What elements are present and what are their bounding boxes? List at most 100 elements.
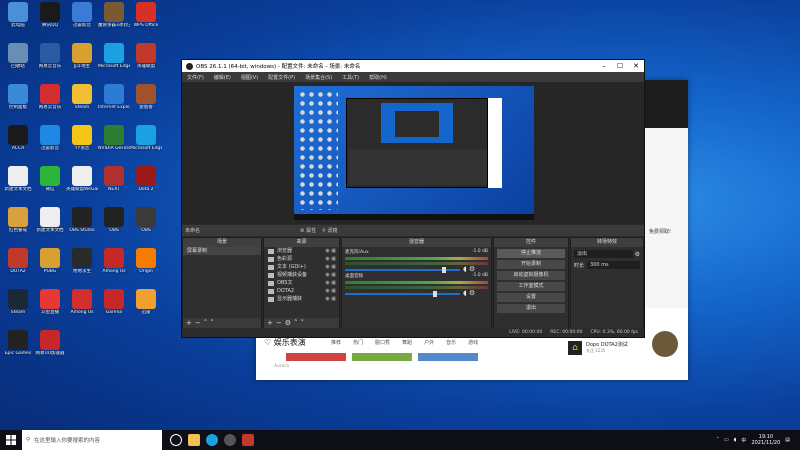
category-tab[interactable]: 游戏 [468, 339, 478, 346]
home-icon[interactable]: ⌂ [568, 341, 582, 355]
desktop-icon[interactable]: 绝地求生 [66, 248, 98, 286]
desktop-icon[interactable]: OBS [130, 207, 162, 245]
obs-window[interactable]: OBS 26.1.1 (64-bit, windows) - 配置文件: 未命名… [181, 59, 645, 338]
desktop-icon[interactable]: Among Us [66, 289, 98, 327]
eye-icon[interactable]: ◉ ▣ [325, 271, 336, 279]
category-tab[interactable]: 音乐 [446, 339, 456, 346]
desktop-icon[interactable]: YY语音 [66, 125, 98, 163]
desktop-icon[interactable]: 魔兽争霸3冰封王座 [98, 2, 130, 40]
move-down-icon[interactable]: ˅ [301, 319, 308, 327]
desktop-icon[interactable]: 此电脑 [2, 2, 34, 40]
recommend-name[interactable]: Dopo DOTA2测试 [586, 341, 628, 348]
category-tab[interactable]: 户外 [424, 339, 434, 346]
menu-item[interactable]: 编辑(E) [209, 74, 236, 81]
desktop-icon[interactable]: 英雄联盟 [130, 43, 162, 81]
chevron-up-icon[interactable]: ˄ [717, 437, 720, 443]
category-tab[interactable]: 推荐 [331, 339, 341, 346]
desktop-icon[interactable]: DOTA2 [2, 248, 34, 286]
transition-select[interactable]: 淡出 [574, 250, 633, 258]
network-icon[interactable]: ▭ [724, 437, 729, 443]
maximize-icon[interactable]: ☐ [612, 62, 628, 70]
menu-item[interactable]: 帮助(H) [364, 74, 392, 81]
thumb[interactable] [418, 353, 478, 361]
game-icon[interactable] [242, 434, 254, 446]
category-tab[interactable]: 舞蹈 [402, 339, 412, 346]
desktop-icon[interactable]: NEXT [98, 166, 130, 204]
gear-icon[interactable]: ⚙ [285, 319, 294, 327]
add-icon[interactable]: + [186, 319, 195, 327]
edge-icon[interactable] [206, 434, 218, 446]
source-item[interactable]: 文本 (GDI+) ◉ ▣ [264, 263, 339, 271]
category-tab[interactable]: 热门 [353, 339, 363, 346]
desktop-icon[interactable]: 网易UU加速器 [34, 330, 66, 368]
desktop-icon[interactable]: PUBG [34, 248, 66, 286]
desktop-icon[interactable]: Microsoft Edge [130, 125, 162, 163]
gear-icon[interactable]: ⚙ [635, 251, 640, 258]
desktop-icon[interactable]: WPS Office [130, 2, 162, 40]
desktop-icon[interactable]: NVIDIA GeForce [98, 125, 130, 163]
desktop-icon[interactable]: Garena [98, 289, 130, 327]
avatar[interactable] [652, 331, 678, 357]
control-button[interactable]: 工作室模式 [497, 282, 565, 291]
desktop-icon[interactable]: 腾讯QQ [34, 2, 66, 40]
menu-item[interactable]: 视图(V) [236, 74, 263, 81]
scene-item[interactable]: 屏幕录制 [183, 247, 261, 255]
source-item[interactable]: 显示器捕获 ◉ ▣ [264, 295, 339, 303]
desktop-icon[interactable]: 新建文本文档 [34, 207, 66, 245]
desktop-icon[interactable]: Origin [130, 248, 162, 286]
menu-item[interactable]: 场景集合(S) [300, 74, 337, 81]
close-icon[interactable]: ✕ [628, 62, 644, 70]
source-item[interactable]: 色彩源 ◉ ▣ [264, 255, 339, 263]
eye-icon[interactable]: ◉ ▣ [325, 247, 336, 255]
minimize-icon[interactable]: – [596, 62, 612, 70]
desktop-icon[interactable]: Microsoft Edge [98, 43, 130, 81]
desktop-icon[interactable]: Epic Games [2, 330, 34, 368]
remove-icon[interactable]: − [195, 319, 204, 327]
scene-filters-button[interactable]: ⚲ 滤镜 [322, 227, 337, 234]
task-view-icon[interactable] [170, 434, 182, 446]
thumb[interactable] [286, 353, 346, 361]
eye-icon[interactable]: ◉ ▣ [325, 287, 336, 295]
speaker-icon[interactable]: ◖ ⚙ [463, 289, 475, 297]
volume-icon[interactable]: ◖ [734, 437, 737, 443]
desktop-icon[interactable]: Steam [66, 84, 98, 122]
remove-icon[interactable]: − [276, 319, 285, 327]
source-item[interactable]: 浏览器 ◉ ▣ [264, 247, 339, 255]
desktop-icon[interactable]: 网易云音乐 [34, 43, 66, 81]
desktop-icon[interactable]: JJ斗地主 [66, 43, 98, 81]
source-item[interactable]: DOTA2 ◉ ▣ [264, 287, 339, 295]
desktop-icon[interactable]: 回收站 [2, 43, 34, 81]
add-icon[interactable]: + [267, 319, 276, 327]
notification-icon[interactable]: ▤ [785, 437, 790, 443]
control-button[interactable]: 启动虚拟摄像机 [497, 271, 565, 280]
ime-indicator[interactable]: 中 [741, 437, 746, 444]
desktop-icon[interactable]: Dota 2 [130, 166, 162, 204]
scene-properties-button[interactable]: ⚙ 属性 [300, 227, 316, 234]
desktop-icon[interactable]: 迅雷 [130, 289, 162, 327]
desktop-icon[interactable]: OBS [98, 207, 130, 245]
menu-item[interactable]: 配置文件(P) [263, 74, 300, 81]
desktop-icon[interactable]: 微信 [34, 166, 66, 204]
clock[interactable]: 19:10 2021/11/20 [751, 434, 780, 446]
desktop-icon[interactable]: Internet Explorer [98, 84, 130, 122]
preview-canvas[interactable] [182, 82, 644, 224]
menu-item[interactable]: 工具(T) [337, 74, 364, 81]
desktop-icon[interactable]: Among Us [98, 248, 130, 286]
obs-taskbar-icon[interactable] [224, 434, 236, 446]
thumb[interactable] [352, 353, 412, 361]
desktop-icon[interactable]: 新建文本文档 [2, 166, 34, 204]
duration-input[interactable]: 300 ms [587, 261, 640, 269]
desktop-icon[interactable]: 英雄联盟WeGame [66, 166, 98, 204]
control-button[interactable]: 停止推流 [497, 249, 565, 258]
desktop-icon[interactable]: 迅雷影音 [66, 2, 98, 40]
taskbar-search[interactable]: ⚲ 在这里输入你要搜索的内容 [22, 430, 162, 450]
desktop-icon[interactable]: 斗鱼直播 [34, 289, 66, 327]
category-tab[interactable]: 脱口秀 [375, 339, 390, 346]
start-button[interactable] [0, 430, 22, 450]
desktop-icon[interactable]: OBS Studio [66, 207, 98, 245]
control-button[interactable]: 设置 [497, 293, 565, 302]
eye-icon[interactable]: ◉ ▣ [325, 255, 336, 263]
bottom-input[interactable]: Aurora [274, 364, 289, 369]
desktop-icon[interactable]: 迅雷影音 [34, 125, 66, 163]
menu-item[interactable]: 文件(F) [182, 74, 209, 81]
